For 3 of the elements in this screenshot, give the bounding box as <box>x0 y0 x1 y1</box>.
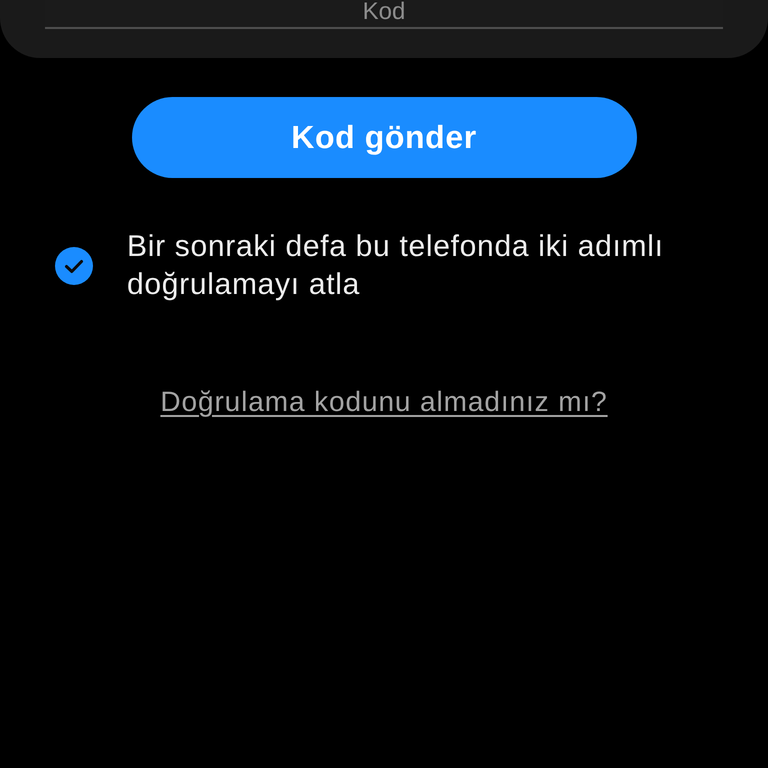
checkbox-icon[interactable] <box>55 247 93 285</box>
skip-option-label: Bir sonraki defa bu telefonda iki adımlı doğrulamayı atla <box>127 229 665 303</box>
resend-code-link[interactable]: Doğrulama kodunu almadınız mı? <box>160 384 608 420</box>
